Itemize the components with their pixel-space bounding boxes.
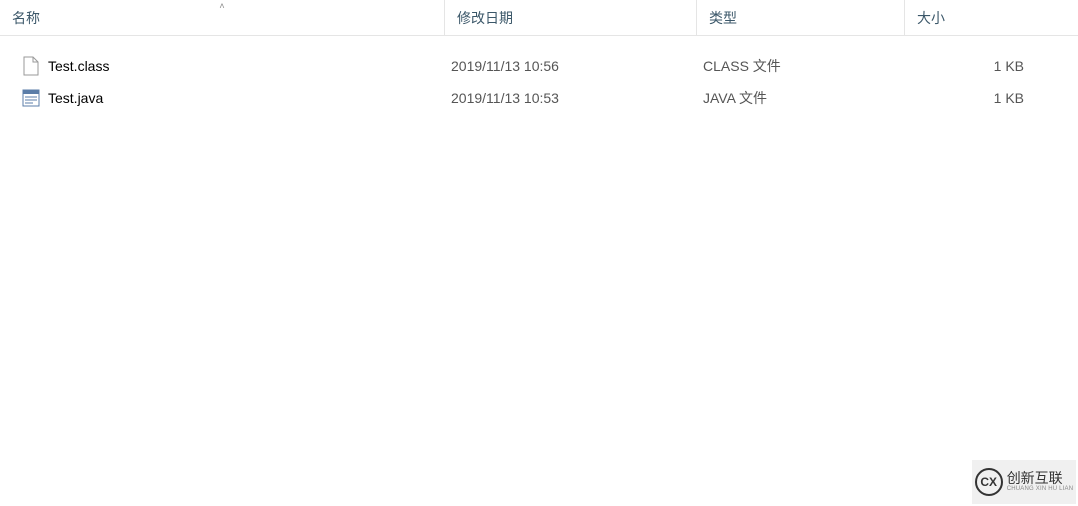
column-label-name: 名称 [12, 8, 40, 28]
watermark: CX 创新互联 CHUANG XIN HU LIAN [972, 460, 1076, 504]
column-header-name[interactable]: ˄ 名称 [0, 0, 445, 35]
column-label-size: 大小 [917, 8, 945, 28]
file-date: 2019/11/13 10:56 [445, 58, 697, 74]
watermark-sub: CHUANG XIN HU LIAN [1007, 486, 1074, 493]
file-row[interactable]: Test.class 2019/11/13 10:56 CLASS 文件 1 K… [0, 50, 1078, 82]
column-header-date[interactable]: 修改日期 [445, 0, 697, 35]
java-file-icon [22, 87, 40, 109]
watermark-logo-icon: CX [975, 468, 1003, 496]
file-row[interactable]: Test.java 2019/11/13 10:53 JAVA 文件 1 KB [0, 82, 1078, 114]
blank-file-icon [22, 55, 40, 77]
file-type: JAVA 文件 [697, 88, 905, 108]
column-header-type[interactable]: 类型 [697, 0, 905, 35]
column-header-row: ˄ 名称 修改日期 类型 大小 [0, 0, 1078, 36]
sort-ascending-icon: ˄ [219, 2, 224, 11]
file-name: Test.java [48, 90, 103, 106]
watermark-main: 创新互联 [1007, 471, 1074, 486]
column-label-type: 类型 [709, 8, 737, 28]
file-name: Test.class [48, 58, 109, 74]
file-size: 1 KB [905, 90, 1030, 106]
file-date: 2019/11/13 10:53 [445, 90, 697, 106]
column-label-date: 修改日期 [457, 8, 513, 28]
file-list: Test.class 2019/11/13 10:56 CLASS 文件 1 K… [0, 36, 1078, 114]
file-size: 1 KB [905, 58, 1030, 74]
file-type: CLASS 文件 [697, 56, 905, 76]
column-header-size[interactable]: 大小 [905, 0, 1060, 35]
